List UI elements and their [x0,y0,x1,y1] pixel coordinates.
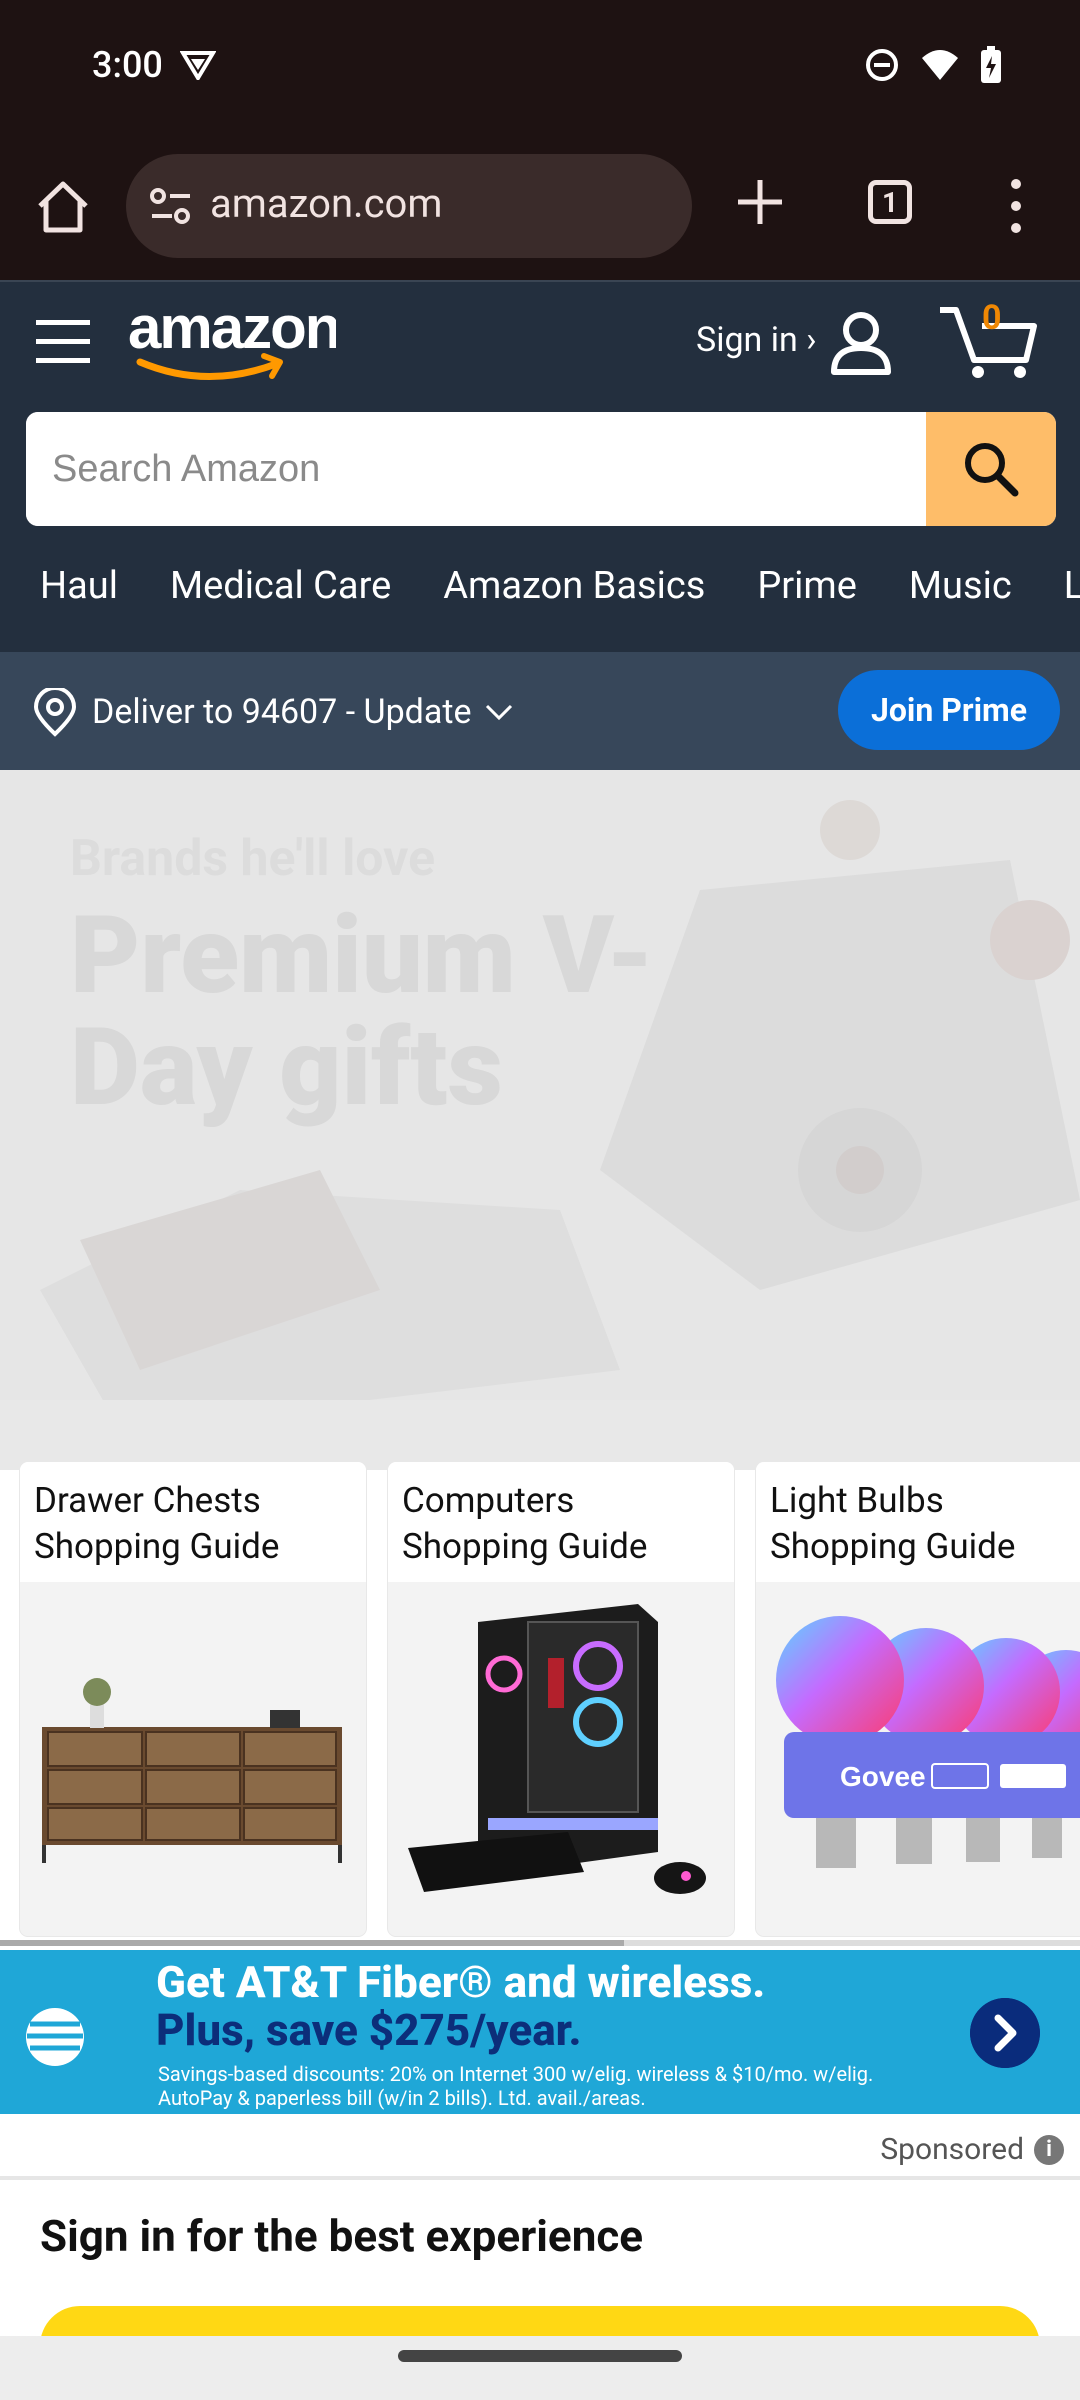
home-icon[interactable] [30,174,96,240]
join-prime-button[interactable]: Join Prime [838,670,1060,750]
address-bar[interactable]: amazon.com [126,154,692,258]
section-divider [0,2176,1080,2180]
ad-headline: Get AT&T Fiber® and wireless. [156,1956,766,2008]
chevron-down-icon[interactable] [484,702,514,722]
search-box [26,412,1056,526]
ad-fine-print: Savings-based discounts: 20% on Internet… [158,2062,874,2110]
sign-in-link[interactable]: Sign in › [696,320,816,360]
signin-heading: Sign in for the best experience [40,2210,644,2262]
card-title: Drawer Chests Shopping Guide [20,1462,366,1582]
card-computers[interactable]: Computers Shopping Guide [388,1462,734,1936]
dresser-image [20,1582,366,1936]
svg-text:amazon: amazon [128,296,336,361]
hero-banner[interactable]: Brands he'll love Premium V-Day gifts [0,770,1080,1470]
card-title: Computers Shopping Guide [388,1462,734,1582]
chevron-right-icon[interactable] [970,1998,1040,2068]
cart-count-badge[interactable]: 0 [982,298,1002,338]
sponsored-label[interactable]: Sponsored i [880,2132,1064,2167]
nav-item-prime[interactable]: Prime [757,564,857,608]
browser-toolbar: amazon.com 1 [0,140,1080,280]
nav-item-music[interactable]: Music [909,564,1012,608]
vpn-shield-icon [180,51,216,80]
card-light-bulbs[interactable]: Light Bulbs Shopping Guide Govee [756,1462,1080,1936]
home-gesture-bar[interactable] [398,2350,682,2362]
url-text[interactable]: amazon.com [210,180,442,227]
tab-switcher-button[interactable]: 1 [868,180,912,224]
delivery-bar: Deliver to 94607 - Update Join Prime [0,652,1080,770]
user-icon[interactable] [828,310,894,376]
light-bulbs-image: Govee [756,1582,1080,1936]
sponsored-text: Sponsored [880,2132,1024,2167]
gesture-nav-area [0,2336,1080,2400]
location-pin-icon [33,688,77,737]
info-icon[interactable]: i [1034,2134,1064,2165]
svg-text:Govee: Govee [840,1761,926,1792]
more-menu-icon[interactable] [1006,176,1026,236]
nav-item-amazon-basics[interactable]: Amazon Basics [443,564,705,608]
card-drawer-chests[interactable]: Drawer Chests Shopping Guide [20,1462,366,1936]
site-settings-icon[interactable] [146,182,196,232]
battery-charging-icon [981,46,1001,83]
wifi-icon [922,50,958,80]
status-bar: 3:00 [0,0,1080,140]
carousel-scrollbar-thumb[interactable] [0,1940,624,1946]
card-title: Light Bulbs Shopping Guide [756,1462,1080,1582]
att-globe-logo [26,2008,84,2066]
ad-subheadline: Plus, save $275/year. [156,2004,582,2056]
new-tab-icon[interactable] [730,172,790,232]
hero-subtitle: Brands he'll love [70,830,436,888]
hero-title: Premium V-Day gifts [70,893,655,1131]
status-icons [864,46,1002,84]
status-time: 3:00 [92,44,163,86]
gaming-pc-image [388,1582,734,1936]
nav-item-medical-care[interactable]: Medical Care [170,564,391,608]
deliver-to-location[interactable]: Deliver to 94607 - Update [92,692,472,732]
search-button[interactable] [926,412,1056,526]
nav-item-haul[interactable]: Haul [40,564,118,608]
att-ad-banner[interactable]: Get AT&T Fiber® and wireless. Plus, save… [0,1950,1080,2114]
amazon-header: amazon Sign in › 0 Haul Medical Care Ama… [0,280,1080,652]
search-input[interactable] [26,412,926,526]
carousel-scrollbar[interactable] [0,1940,1080,1946]
hamburger-menu-icon[interactable] [34,314,92,368]
category-nav: Haul Medical Care Amazon Basics Prime Mu… [0,564,1080,644]
dnd-icon [866,49,898,81]
shopping-guide-carousel: Drawer Chests Shopping Guide Computers S… [0,1462,1080,1940]
search-icon [965,443,1019,497]
amazon-logo[interactable]: amazon [126,296,336,386]
nav-item-truncated[interactable]: L [1064,564,1080,608]
